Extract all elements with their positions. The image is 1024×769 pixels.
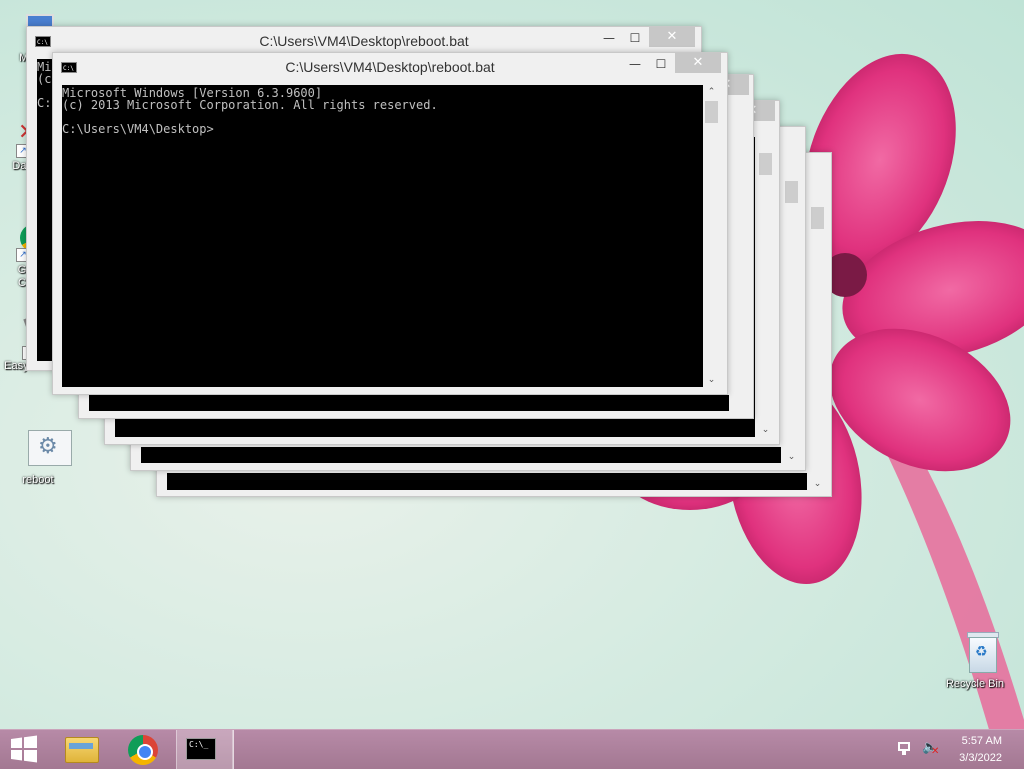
scroll-thumb[interactable] bbox=[785, 181, 798, 203]
windows-logo-icon bbox=[11, 735, 37, 763]
scroll-down-arrow[interactable]: ⌄ bbox=[809, 477, 826, 491]
console-area[interactable] bbox=[89, 395, 729, 411]
cmd-window-front[interactable]: C:\ C:\Users\VM4\Desktop\reboot.bat — ☐ … bbox=[52, 52, 728, 395]
recycle-bin-icon: ♻ bbox=[955, 632, 999, 673]
folder-icon bbox=[65, 737, 99, 763]
maximize-button[interactable]: ☐ bbox=[649, 55, 673, 73]
command-prompt-icon: C:\_ bbox=[186, 738, 216, 760]
title-bar[interactable]: C:\ C:\Users\VM4\Desktop\reboot.bat — ☐ … bbox=[27, 27, 701, 55]
vertical-scrollbar[interactable]: ⌄ bbox=[757, 137, 774, 437]
close-button[interactable]: ✕ bbox=[649, 27, 695, 47]
console-area[interactable] bbox=[141, 447, 781, 463]
scroll-thumb[interactable] bbox=[705, 101, 718, 123]
console-area[interactable]: Microsoft Windows [Version 6.3.9600] (c)… bbox=[62, 85, 703, 387]
scroll-up-arrow[interactable]: ⌃ bbox=[703, 85, 720, 99]
batch-file-icon: ⚙ bbox=[18, 428, 72, 468]
scroll-thumb[interactable] bbox=[759, 153, 772, 175]
vertical-scrollbar[interactable]: ⌄ bbox=[809, 161, 826, 491]
minimize-button[interactable]: — bbox=[623, 55, 647, 73]
clock-time[interactable]: 5:57 AM bbox=[962, 735, 1002, 747]
volume-muted-icon[interactable]: 🔈 ✕ bbox=[922, 740, 940, 758]
maximize-button[interactable]: ☐ bbox=[623, 29, 647, 47]
console-area[interactable] bbox=[167, 473, 807, 490]
start-button[interactable] bbox=[0, 730, 48, 769]
vertical-scrollbar[interactable]: ⌃ ⌄ bbox=[703, 85, 720, 387]
scroll-thumb[interactable] bbox=[811, 207, 824, 229]
vertical-scrollbar[interactable]: ⌄ bbox=[783, 131, 800, 464]
desktop-icon-label: Recycle Bin bbox=[945, 678, 1005, 690]
taskbar-file-explorer[interactable] bbox=[54, 730, 110, 769]
desktop-icon-reboot[interactable]: ⚙ reboot bbox=[6, 428, 72, 486]
taskbar-command-prompt[interactable]: C:\_ bbox=[176, 730, 234, 769]
scroll-down-arrow[interactable]: ⌄ bbox=[703, 373, 720, 387]
scroll-down-arrow[interactable]: ⌄ bbox=[783, 450, 800, 464]
minimize-button[interactable]: — bbox=[597, 29, 621, 47]
taskbar: C:\_ 🔈 ✕ 5:57 AM 3/3/2022 bbox=[0, 729, 1024, 769]
desktop-icon-label: reboot bbox=[22, 474, 54, 486]
scroll-down-arrow[interactable]: ⌄ bbox=[757, 423, 774, 437]
clock-date[interactable]: 3/3/2022 bbox=[959, 752, 1002, 764]
taskbar-chrome[interactable] bbox=[115, 730, 171, 769]
close-button[interactable]: ✕ bbox=[675, 53, 721, 73]
network-icon[interactable] bbox=[898, 742, 912, 756]
desktop-icon-recycle-bin[interactable]: ♻ Recycle Bin bbox=[943, 632, 1007, 690]
title-bar[interactable]: C:\ C:\Users\VM4\Desktop\reboot.bat — ☐ … bbox=[53, 53, 727, 81]
